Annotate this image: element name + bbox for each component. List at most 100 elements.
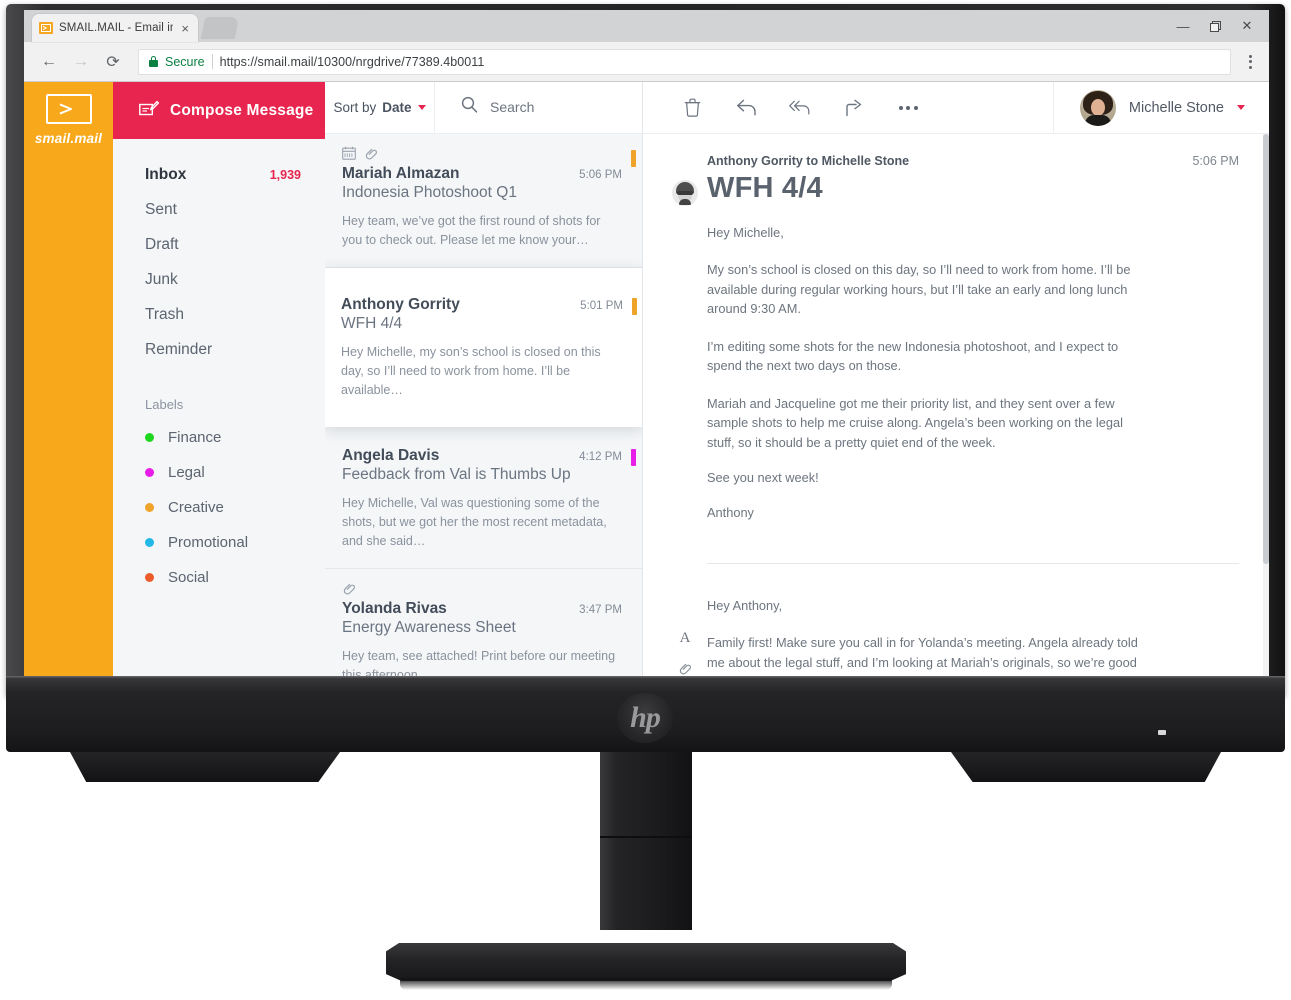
message-sender: Mariah Almazan — [342, 164, 460, 182]
message-flag — [631, 448, 636, 466]
message-time: 5:06 PM — [579, 168, 622, 181]
url-text: https://smail.mail/10300/nrgdrive/77389.… — [219, 54, 485, 69]
sidebar-item-label: Junk — [145, 270, 178, 288]
sidebar-label-social[interactable]: Social — [113, 560, 325, 595]
scrollbar-thumb[interactable] — [1263, 134, 1269, 565]
attachment-icon — [342, 581, 356, 600]
sidebar-label-creative[interactable]: Creative — [113, 490, 325, 525]
label-color-dot — [145, 468, 154, 477]
sidebar-label-text: Creative — [168, 499, 224, 516]
message-flag — [632, 297, 637, 315]
secure-label: Secure — [165, 54, 205, 69]
message-list-item[interactable]: Mariah Almazan 5:06 PM Indonesia Photosh… — [325, 133, 642, 268]
sidebar-item-draft[interactable]: Draft — [113, 227, 325, 262]
address-bar[interactable]: Secure https://smail.mail/10300/nrgdrive… — [138, 48, 1231, 75]
message-paragraph: My son’s school is closed on this day, s… — [707, 262, 1131, 317]
quoted-paragraph: Hey Anthony, — [707, 597, 783, 613]
reading-pane-toolbar: Michelle Stone — [643, 82, 1269, 135]
sender-initial: A — [679, 629, 691, 646]
compose-message-button[interactable]: Compose Message — [113, 82, 325, 139]
sidebar-item-trash[interactable]: Trash — [113, 297, 325, 332]
search-placeholder: Search — [490, 99, 535, 116]
reload-button[interactable]: ⟳ — [98, 47, 128, 77]
message-flag — [631, 149, 636, 167]
quoted-paragraph: Family first! Make sure you call in for … — [707, 635, 1138, 678]
sort-by-dropdown[interactable]: Sort by Date — [325, 82, 435, 133]
reply-icon[interactable] — [735, 95, 757, 121]
message-snippet: Hey Michelle, my son’s school is closed … — [341, 344, 601, 398]
labels-heading: Labels — [145, 397, 184, 412]
browser-tab[interactable]: SMAIL.MAIL - Email inbo × — [32, 14, 198, 42]
close-tab-icon[interactable]: × — [179, 22, 191, 35]
account-menu[interactable]: Michelle Stone — [1052, 82, 1269, 134]
browser-tab-title: SMAIL.MAIL - Email inbo — [59, 22, 174, 34]
quoted-message-gutter: A — [663, 566, 707, 678]
sidebar-item-junk[interactable]: Junk — [113, 262, 325, 297]
new-tab-button[interactable] — [200, 17, 240, 39]
label-color-dot — [145, 538, 154, 547]
search-icon — [461, 96, 478, 118]
message-subject-heading: WFH 4/4 — [707, 172, 823, 205]
monitor-stand-seam — [600, 836, 692, 838]
message-snippet: Hey Michelle, Val was questioning some o… — [342, 495, 607, 549]
search-input[interactable]: Search — [435, 82, 642, 133]
message-paragraph: Mariah and Jacqueline got me their prior… — [707, 395, 1123, 450]
reading-pane-body: Anthony Gorrity to Michelle Stone 5:06 P… — [643, 134, 1269, 678]
message-from-line: Anthony Gorrity to Michelle Stone — [707, 154, 910, 169]
sidebar-item-sent[interactable]: Sent — [113, 192, 325, 227]
message-list-item[interactable]: Yolanda Rivas 3:47 PM Energy Awareness S… — [325, 568, 642, 678]
screen-viewport: SMAIL.MAIL - Email inbo × — ✕ ← → ⟳ Secu… — [24, 10, 1269, 680]
minimize-button[interactable]: — — [1167, 14, 1199, 38]
brand-rail: smail.mail — [24, 82, 113, 678]
message-list-item[interactable]: Angela Davis 4:12 PM Feedback from Val i… — [325, 426, 642, 569]
maximize-button[interactable] — [1199, 14, 1231, 38]
sidebar-item-reminder[interactable]: Reminder — [113, 332, 325, 367]
sidebar-label-promotional[interactable]: Promotional — [113, 525, 325, 560]
label-color-dot — [145, 573, 154, 582]
message-actions — [643, 95, 1053, 121]
inbox-unread-count: 1,939 — [269, 167, 301, 182]
omnibox-divider — [211, 54, 213, 69]
more-options-icon[interactable] — [897, 95, 919, 121]
forward-button[interactable]: → — [66, 47, 96, 77]
message-paragraph: I’m editing some shots for the new Indon… — [707, 338, 1119, 374]
message-time: 5:01 PM — [580, 299, 623, 312]
forward-icon[interactable] — [843, 95, 865, 121]
trash-icon[interactable] — [681, 95, 703, 121]
message-sender: Yolanda Rivas — [342, 599, 447, 617]
reading-pane-column: Michelle Stone Anthony Gorrity to Michel… — [643, 82, 1269, 678]
message-list-item-selected[interactable]: Anthony Gorrity 5:01 PM WFH 4/4 Hey Mich… — [325, 267, 642, 427]
message-snippet: Hey team, see attached! Print before our… — [342, 648, 616, 678]
sidebar-label-list: Finance Legal Creative Promotional Socia… — [113, 420, 325, 595]
chevron-down-icon — [1237, 105, 1245, 111]
back-button[interactable]: ← — [34, 47, 64, 77]
hp-wordmark: hp — [630, 701, 661, 734]
message-subject: Indonesia Photoshoot Q1 — [342, 183, 517, 201]
quoted-message-content: Hey Anthony, Family first! Make sure you… — [707, 566, 1239, 678]
message-time: 3:47 PM — [579, 603, 622, 616]
sidebar-item-inbox[interactable]: Inbox 1,939 — [113, 157, 325, 192]
monitor-stand-neck — [600, 752, 692, 930]
message-item-icons — [342, 146, 622, 165]
sidebar-label-finance[interactable]: Finance — [113, 420, 325, 455]
window-controls: — ✕ — [1167, 14, 1263, 38]
message-subject: Feedback from Val is Thumbs Up — [342, 465, 571, 483]
message-signature: Anthony — [707, 505, 754, 521]
message-meta: Anthony Gorrity to Michelle Stone 5:06 P… — [707, 154, 1239, 168]
message-sender: Anthony Gorrity — [341, 295, 460, 313]
sort-by-value: Date — [382, 99, 412, 115]
sidebar-item-label: Trash — [145, 305, 185, 323]
sidebar: Compose Message Inbox 1,939 Sent Draft J… — [113, 82, 325, 678]
message-sender: Angela Davis — [342, 446, 440, 464]
message-subject: Energy Awareness Sheet — [342, 618, 516, 636]
sidebar-item-label: Sent — [145, 200, 177, 218]
message-content: Anthony Gorrity to Michelle Stone 5:06 P… — [707, 154, 1239, 564]
reading-pane-scrollbar[interactable] — [1263, 134, 1269, 678]
reply-all-icon[interactable] — [789, 95, 811, 121]
close-window-button[interactable]: ✕ — [1231, 14, 1263, 38]
browser-menu-icon[interactable] — [1237, 47, 1263, 77]
sidebar-label-legal[interactable]: Legal — [113, 455, 325, 490]
message-subject: WFH 4/4 — [341, 314, 403, 332]
message-time: 4:12 PM — [579, 450, 622, 463]
calendar-icon — [342, 146, 356, 165]
